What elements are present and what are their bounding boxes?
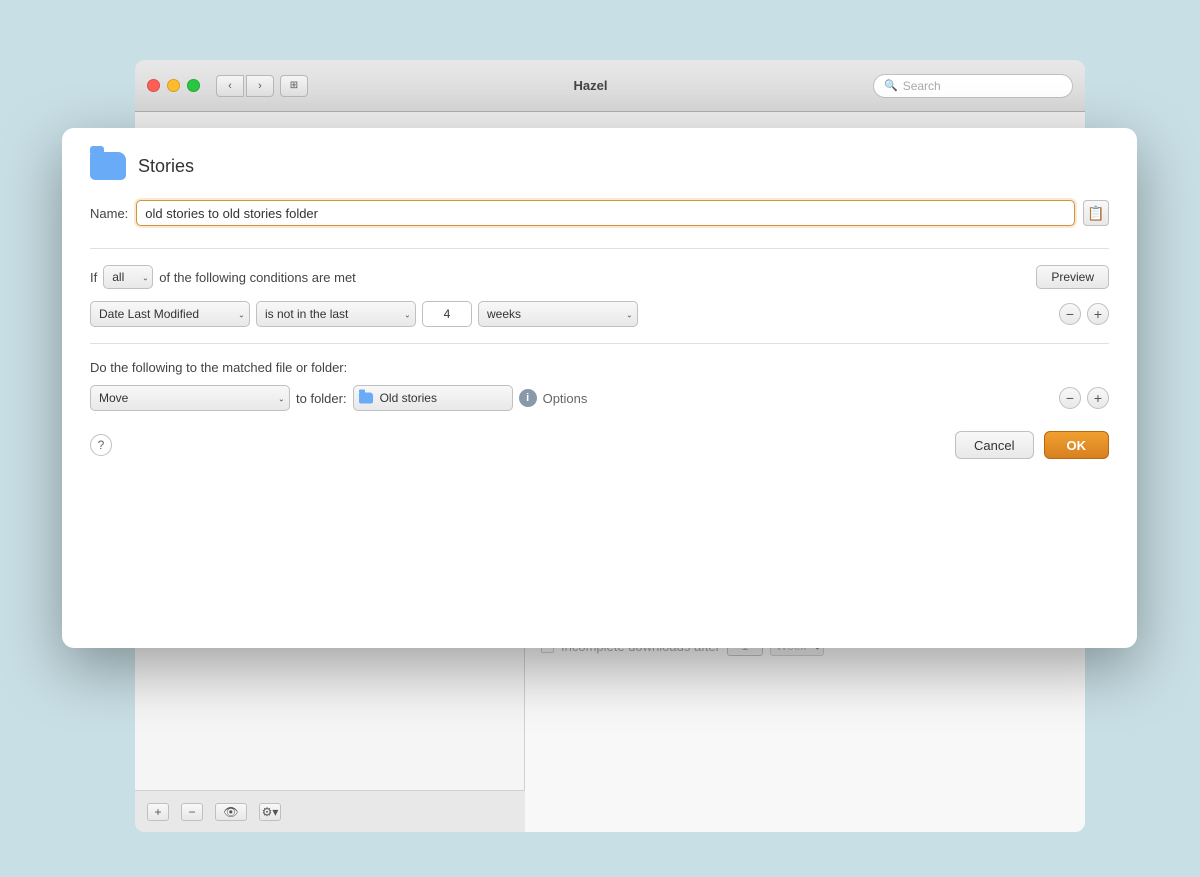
condition-unit-select[interactable]: weeks days months years [478, 301, 638, 327]
folder-toolbar: + − 👁 ⚙▾ [135, 790, 525, 832]
conditions-label: of the following conditions are met [159, 270, 356, 285]
back-button[interactable]: ‹ [216, 75, 244, 97]
remove-folder-button[interactable]: − [181, 803, 203, 821]
action-row-1: Move Copy Rename Delete to folder: Old s… [90, 385, 1109, 411]
conditions-header: If all any of the following conditions a… [90, 265, 1109, 289]
dialog-header: Stories [90, 152, 1109, 180]
if-label: If [90, 270, 97, 285]
dialog-action-buttons: Cancel OK [955, 431, 1109, 459]
name-row: Name: 📋 [90, 200, 1109, 226]
ok-button[interactable]: OK [1044, 431, 1110, 459]
divider-1 [90, 248, 1109, 249]
all-select-wrapper: all any [103, 265, 153, 289]
add-folder-button[interactable]: + [147, 803, 169, 821]
dialog-help-button[interactable]: ? [90, 434, 112, 456]
name-label: Name: [90, 206, 128, 221]
remove-condition-button[interactable]: − [1059, 303, 1081, 325]
title-bar: ‹ › ⊞ Hazel 🔍 Search [135, 60, 1085, 112]
add-action-button[interactable]: + [1087, 387, 1109, 409]
dialog-bottom: ? Cancel OK [90, 431, 1109, 459]
maximize-button[interactable] [187, 79, 200, 92]
operator-select-wrapper: is not in the last is in the last is bef… [256, 301, 416, 327]
search-placeholder: Search [903, 79, 941, 93]
forward-button[interactable]: › [246, 75, 274, 97]
condition-row-1: Date Last Modified Date Created Name Siz… [90, 301, 1109, 327]
condition-operator-select[interactable]: is not in the last is in the last is bef… [256, 301, 416, 327]
cancel-button[interactable]: Cancel [955, 431, 1033, 459]
unit-select-wrapper: weeks days months years [478, 301, 638, 327]
folder-select-wrapper: Old stories [353, 385, 513, 411]
info-button[interactable]: i [519, 389, 537, 407]
nav-buttons: ‹ › [216, 75, 274, 97]
gear-button[interactable]: ⚙▾ [259, 803, 281, 821]
grid-view-button[interactable]: ⊞ [280, 75, 308, 97]
rule-editor-dialog: Stories Name: 📋 If all any of the follow… [62, 128, 1137, 648]
to-folder-label: to folder: [296, 391, 347, 406]
action-verb-select[interactable]: Move Copy Rename Delete [90, 385, 290, 411]
traffic-lights [147, 79, 200, 92]
divider-2 [90, 343, 1109, 344]
target-folder-select[interactable]: Old stories [353, 385, 513, 411]
name-icon-button[interactable]: 📋 [1083, 200, 1109, 226]
all-any-select[interactable]: all any [103, 265, 153, 289]
condition-attribute-select[interactable]: Date Last Modified Date Created Name Siz… [90, 301, 250, 327]
condition-value-input[interactable] [422, 301, 472, 327]
remove-action-button[interactable]: − [1059, 387, 1081, 409]
dialog-folder-icon [90, 152, 126, 180]
rule-name-input[interactable] [136, 200, 1075, 226]
actions-header-label: Do the following to the matched file or … [90, 360, 1109, 375]
preview-button[interactable]: Preview [1036, 265, 1109, 289]
action-buttons: − + [1059, 387, 1109, 409]
add-condition-button[interactable]: + [1087, 303, 1109, 325]
close-button[interactable] [147, 79, 160, 92]
dialog-folder-title: Stories [138, 156, 194, 177]
condition-buttons: − + [1059, 303, 1109, 325]
action-verb-wrapper: Move Copy Rename Delete [90, 385, 290, 411]
attribute-select-wrapper: Date Last Modified Date Created Name Siz… [90, 301, 250, 327]
minimize-button[interactable] [167, 79, 180, 92]
search-bar[interactable]: 🔍 Search [873, 74, 1073, 98]
window-title: Hazel [308, 78, 873, 93]
eye-button[interactable]: 👁 [215, 803, 247, 821]
search-icon: 🔍 [884, 79, 898, 92]
options-label: Options [543, 391, 588, 406]
